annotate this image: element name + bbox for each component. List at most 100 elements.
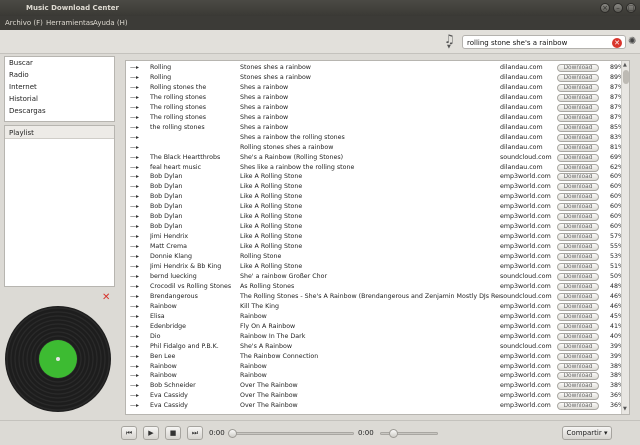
menu-archivo[interactable]: Archivo (F) <box>5 19 43 27</box>
table-row[interactable]: —▸ Donnie Klang Rolling Stone emp3world.com… <box>126 252 624 262</box>
table-row[interactable]: —▸ The rolling stones Shes a rainbow diland… <box>126 93 624 103</box>
add-to-playlist-icon[interactable]: —▸ <box>130 252 146 262</box>
add-to-playlist-icon[interactable]: —▸ <box>130 73 146 83</box>
download-button[interactable]: Download <box>557 322 599 331</box>
chevron-down-icon[interactable]: ▼ <box>447 44 451 50</box>
table-row[interactable]: —▸ Bob Dylan Like A Rolling Stone emp3world… <box>126 202 624 212</box>
table-row[interactable]: —▸ Eva Cassidy Over The Rainbow emp3world.c… <box>126 401 624 411</box>
sidebar-item-radio[interactable]: Radio <box>9 71 29 79</box>
menu-ayuda[interactable]: Ayuda (H) <box>93 19 128 27</box>
table-row[interactable]: —▸ The Black Heartthrobs She's a Rainbow (… <box>126 153 624 163</box>
add-to-playlist-icon[interactable]: —▸ <box>130 202 146 212</box>
download-button[interactable]: Download <box>557 103 599 112</box>
add-to-playlist-icon[interactable]: —▸ <box>130 63 146 73</box>
results-scrollbar[interactable]: ▲ ▼ <box>621 61 629 414</box>
table-row[interactable]: —▸ Rainbow Kill The King emp3world.com Downl… <box>126 302 624 312</box>
add-to-playlist-icon[interactable]: —▸ <box>130 222 146 232</box>
download-button[interactable]: Download <box>557 153 599 162</box>
add-to-playlist-icon[interactable]: —▸ <box>130 342 146 352</box>
table-row[interactable]: —▸ the rolling stones Shes a rainbow dilan… <box>126 123 624 133</box>
add-to-playlist-icon[interactable]: —▸ <box>130 332 146 342</box>
search-input[interactable]: rolling stone she's a rainbow ✕ <box>462 35 626 49</box>
playlist-panel[interactable]: Playlist <box>4 125 115 287</box>
sidebar-item-buscar[interactable]: Buscar <box>9 59 33 67</box>
add-to-playlist-icon[interactable]: —▸ <box>130 143 146 153</box>
download-button[interactable]: Download <box>557 312 599 321</box>
add-to-playlist-icon[interactable]: —▸ <box>130 103 146 113</box>
download-button[interactable]: Download <box>557 302 599 311</box>
table-row[interactable]: —▸ Shes a rainbow the rolling stones dilan… <box>126 133 624 143</box>
sidebar-item-historial[interactable]: Historial <box>9 95 38 103</box>
download-button[interactable]: Download <box>557 282 599 291</box>
download-button[interactable]: Download <box>557 233 599 242</box>
add-to-playlist-icon[interactable]: —▸ <box>130 322 146 332</box>
remove-playlist-icon[interactable]: ✕ <box>102 292 110 303</box>
download-button[interactable]: Download <box>557 203 599 212</box>
download-button[interactable]: Download <box>557 64 599 72</box>
add-to-playlist-icon[interactable]: —▸ <box>130 272 146 282</box>
add-to-playlist-icon[interactable]: —▸ <box>130 153 146 163</box>
download-button[interactable]: Download <box>557 372 599 381</box>
add-to-playlist-icon[interactable]: —▸ <box>130 133 146 143</box>
download-button[interactable]: Download <box>557 213 599 222</box>
add-to-playlist-icon[interactable]: —▸ <box>130 262 146 272</box>
table-row[interactable]: —▸ Phil Fidalgo and P.B.K. She's A Rainbow… <box>126 342 624 352</box>
previous-button[interactable]: ⏮ <box>121 426 137 440</box>
download-button[interactable]: Download <box>557 253 599 262</box>
sidebar-item-internet[interactable]: Internet <box>9 83 37 91</box>
download-button[interactable]: Download <box>557 143 599 152</box>
download-button[interactable]: Download <box>557 362 599 371</box>
minimize-window-button[interactable]: – <box>613 3 623 13</box>
table-row[interactable]: —▸ Bob Dylan Like A Rolling Stone emp3world… <box>126 212 624 222</box>
add-to-playlist-icon[interactable]: —▸ <box>130 391 146 401</box>
add-to-playlist-icon[interactable]: —▸ <box>130 163 146 173</box>
table-row[interactable]: —▸ feal heart music Shes like a rainbow t… <box>126 163 624 173</box>
add-to-playlist-icon[interactable]: —▸ <box>130 381 146 391</box>
table-row[interactable]: —▸ Bob Dylan Like A Rolling Stone emp3world… <box>126 182 624 192</box>
add-to-playlist-icon[interactable]: —▸ <box>130 123 146 133</box>
table-row[interactable]: —▸ Jimi Hendrix & Bb King Like A Rolling S… <box>126 262 624 272</box>
add-to-playlist-icon[interactable]: —▸ <box>130 242 146 252</box>
table-row[interactable]: —▸ Bob Dylan Like A Rolling Stone emp3world… <box>126 172 624 182</box>
close-window-button[interactable]: × <box>600 3 610 13</box>
download-button[interactable]: Download <box>557 163 599 172</box>
table-row[interactable]: —▸ Bob Dylan Like A Rolling Stone emp3world… <box>126 222 624 232</box>
seek-bar[interactable] <box>230 432 354 435</box>
table-row[interactable]: —▸ Rainbow Rainbow emp3world.com Download 38% <box>126 371 624 381</box>
table-row[interactable]: —▸ Dio Rainbow In The Dark emp3world.com Dow… <box>126 332 624 342</box>
add-to-playlist-icon[interactable]: —▸ <box>130 302 146 312</box>
add-to-playlist-icon[interactable]: —▸ <box>130 312 146 322</box>
add-to-playlist-icon[interactable]: —▸ <box>130 232 146 242</box>
download-button[interactable]: Download <box>557 133 599 142</box>
table-row[interactable]: —▸ The rolling stones Shes a rainbow diland… <box>126 113 624 123</box>
next-button[interactable]: ⏭ <box>187 426 203 440</box>
download-button[interactable]: Download <box>557 272 599 281</box>
add-to-playlist-icon[interactable]: —▸ <box>130 292 146 302</box>
add-to-playlist-icon[interactable]: —▸ <box>130 401 146 411</box>
volume-knob[interactable] <box>389 429 398 438</box>
download-button[interactable]: Download <box>557 402 599 411</box>
table-row[interactable]: —▸ Rolling Stones shes a rainbow dilandau.c… <box>126 63 624 73</box>
add-to-playlist-icon[interactable]: —▸ <box>130 352 146 362</box>
table-row[interactable]: —▸ Eva Cassidy Over The Rainbow emp3world.c… <box>126 391 624 401</box>
scrollbar-thumb[interactable] <box>623 70 629 84</box>
download-button[interactable]: Download <box>557 342 599 351</box>
sidebar-item-descargas[interactable]: Descargas <box>9 107 46 115</box>
download-button[interactable]: Download <box>557 223 599 232</box>
table-row[interactable]: —▸ The rolling stones Shes a rainbow diland… <box>126 103 624 113</box>
download-button[interactable]: Download <box>557 263 599 271</box>
add-to-playlist-icon[interactable]: —▸ <box>130 93 146 103</box>
download-button[interactable]: Download <box>557 332 599 341</box>
table-row[interactable]: —▸ Elisa Rainbow emp3world.com Download 45% <box>126 312 624 322</box>
table-row[interactable]: —▸ Brendangerous The Rolling Stones - She'… <box>126 292 624 302</box>
table-row[interactable]: —▸ Rolling Stones shes a rainbow dilandau.c… <box>126 73 624 83</box>
download-button[interactable]: Download <box>557 123 599 132</box>
table-row[interactable]: —▸ Rolling stones the Shes a rainbow diland… <box>126 83 624 93</box>
download-button[interactable]: Download <box>557 93 599 102</box>
table-row[interactable]: —▸ Rainbow Rainbow emp3world.com Download 38% <box>126 362 624 372</box>
add-to-playlist-icon[interactable]: —▸ <box>130 362 146 372</box>
add-to-playlist-icon[interactable]: —▸ <box>130 282 146 292</box>
table-row[interactable]: —▸ Bob Schneider Over The Rainbow emp3worl… <box>126 381 624 391</box>
add-to-playlist-icon[interactable]: —▸ <box>130 182 146 192</box>
download-button[interactable]: Download <box>557 113 599 122</box>
